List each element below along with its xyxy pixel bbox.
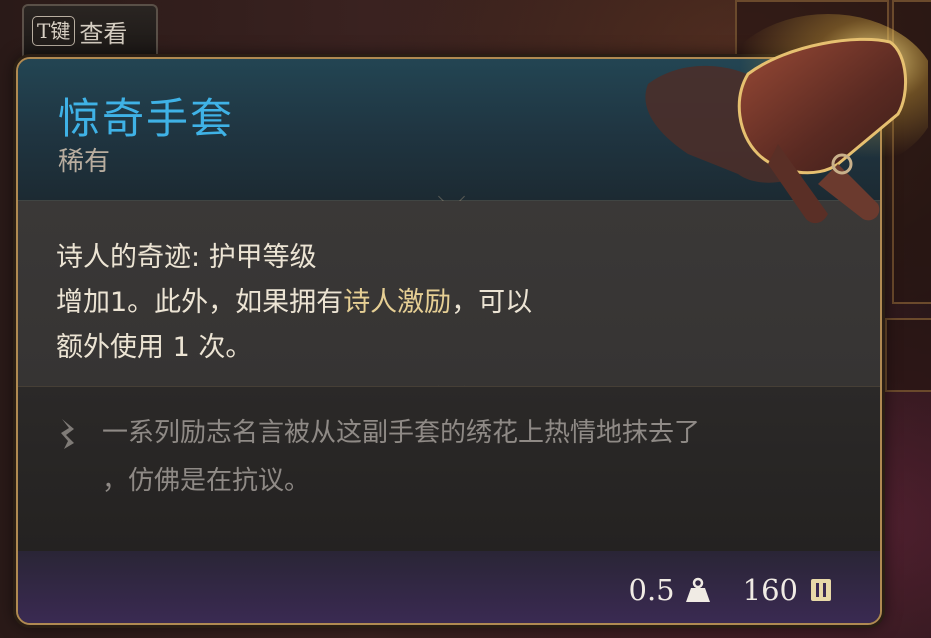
inspect-hotkey-hint[interactable]: T键 查看 (22, 4, 158, 56)
flavor-line-1: 一系列励志名言被从这副手套的绣花上热情地抹去了 (102, 418, 701, 448)
item-stats-row: 0.5 160 (629, 573, 834, 607)
weight-icon (685, 577, 710, 602)
hotkey-label: 查看 (79, 19, 128, 48)
effect-line1-rest: 护甲等级 (208, 242, 317, 273)
item-value: 160 (742, 573, 798, 607)
flavor-line-2: ，仿佛是在抗议。 (102, 466, 311, 496)
effect-line2-a: 增加1。此外，如果拥有 (56, 287, 344, 318)
item-flavor-text: 一系列励志名言被从这副手套的绣花上热情地抹去了 ，仿佛是在抗议。 (102, 409, 852, 505)
gold-coin-icon (811, 579, 831, 601)
tooltip-footer: 0.5 160 (18, 551, 880, 623)
effect-separator: : (191, 242, 209, 273)
item-weight: 0.5 (628, 573, 675, 607)
effect-line-2: 增加1。此外，如果拥有诗人激励，可以 (56, 280, 656, 325)
effect-line-3: 额外使用 1 次。 (56, 332, 253, 363)
effect-line-1: 诗人的奇迹: 护甲等级 (56, 235, 656, 280)
bardic-inspiration-link[interactable]: 诗人激励 (343, 287, 451, 318)
item-rarity: 稀有 (58, 147, 111, 177)
effect-name: 诗人的奇迹 (56, 242, 191, 273)
item-flavor-section: 一系列励志名言被从这副手套的绣花上热情地抹去了 ，仿佛是在抗议。 (18, 386, 880, 552)
item-name: 惊奇手套 (58, 94, 235, 143)
item-effect-text: 诗人的奇迹: 护甲等级 增加1。此外，如果拥有诗人激励，可以 额外使用 1 次。 (56, 235, 656, 370)
effect-line2-b: ，可以 (451, 287, 533, 318)
hotkey-key-badge: T键 (32, 16, 76, 46)
gloves-icon (645, 14, 928, 224)
quill-icon (61, 419, 74, 449)
background-inventory-slot (885, 318, 931, 392)
